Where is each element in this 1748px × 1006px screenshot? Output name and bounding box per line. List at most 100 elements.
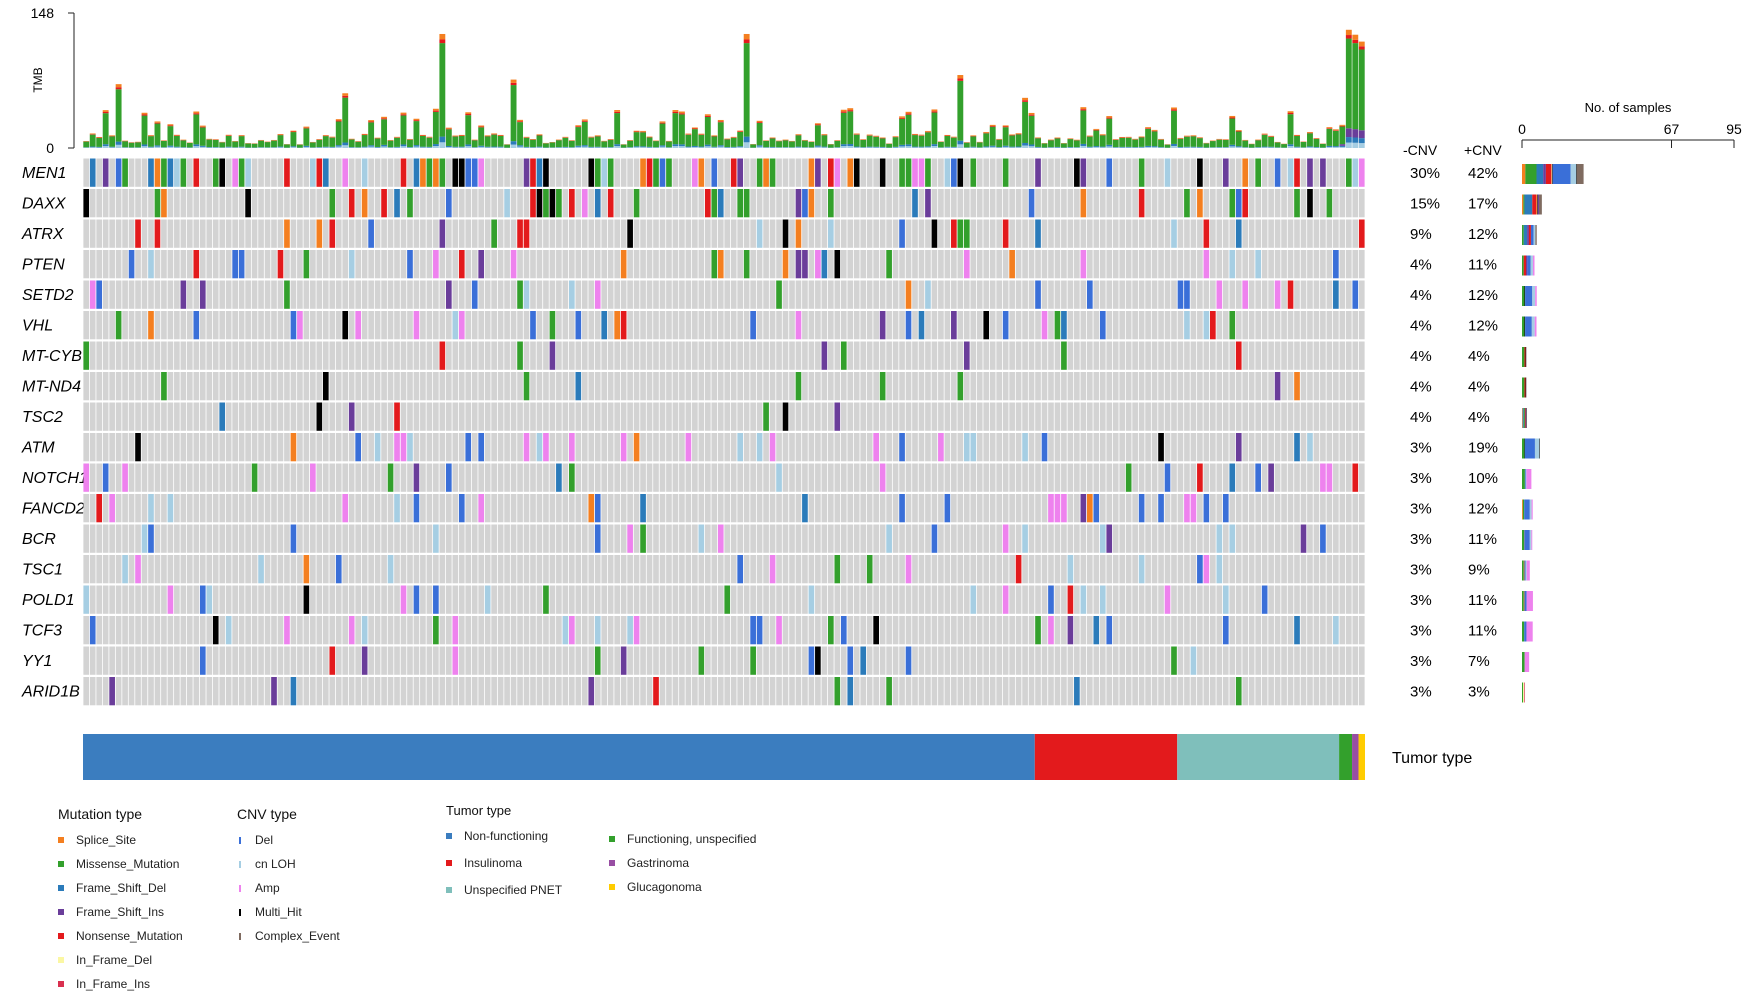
- mutation-cell: [109, 250, 115, 279]
- mutation-cell: [640, 555, 646, 584]
- mutation-cell: [620, 616, 627, 645]
- mutation-cell: [297, 372, 303, 401]
- mutation-cell: [394, 189, 400, 218]
- mutation-cell: [1229, 402, 1236, 431]
- cnv-type-legend: CNV type Del cn LOH Amp Multi_Hit Complex_Ev…: [237, 806, 340, 948]
- tmb-bar-segment: [426, 146, 433, 148]
- mutation-cell: [348, 341, 355, 370]
- mutation-cell: [264, 372, 271, 401]
- mutation-cell: [1229, 219, 1236, 248]
- tmb-bar-segment: [659, 146, 666, 148]
- sample-count-bar-segment: [1532, 194, 1537, 215]
- mutation-cell: [1235, 555, 1242, 584]
- mutation-cell: [1015, 433, 1022, 462]
- sample-count-bar-segment: [1526, 621, 1533, 642]
- mutation-cell: [1326, 372, 1333, 401]
- mutation-cell: [83, 250, 90, 279]
- mutation-cell: [957, 433, 964, 462]
- mutation-cell: [951, 616, 957, 645]
- mutation-cell: [1300, 433, 1307, 462]
- mutation-cell: [199, 372, 206, 401]
- mutation-cell: [692, 189, 698, 218]
- mutation-cell: [802, 280, 808, 309]
- tmb-bar-segment: [575, 145, 582, 147]
- mutation-cell: [976, 585, 983, 614]
- mutation-cell: [704, 311, 711, 340]
- mutation-cell: [1119, 494, 1126, 523]
- mutation-cell: [646, 189, 653, 218]
- tmb-bar-segment: [122, 141, 129, 148]
- mutation-cell: [225, 250, 232, 279]
- mutation-cell: [530, 433, 536, 462]
- mutation-cell: [743, 433, 750, 462]
- mutation-cell: [465, 158, 472, 187]
- mutation-cell: [1326, 341, 1333, 370]
- mutation-cell: [963, 463, 970, 492]
- mutation-cell: [258, 372, 264, 401]
- mutation-cell: [756, 677, 763, 706]
- mutation-cell: [556, 219, 562, 248]
- mutation-cell: [1229, 250, 1236, 279]
- mutation-cell: [161, 677, 167, 706]
- mutation-cell: [504, 158, 510, 187]
- mutation-cell: [944, 433, 951, 462]
- mutation-cell: [1313, 158, 1320, 187]
- mutation-cell: [905, 524, 912, 553]
- tmb-bar-segment: [912, 133, 918, 135]
- mutation-cell: [1067, 555, 1074, 584]
- mutation-cell: [1171, 189, 1177, 218]
- tmb-bar-segment: [918, 147, 925, 148]
- mutation-cell: [316, 433, 323, 462]
- mutation-cell: [1352, 585, 1359, 614]
- tmb-bar-segment: [458, 147, 465, 148]
- mutation-cell: [400, 463, 407, 492]
- mutation-cell: [316, 646, 323, 675]
- mutation-cell: [808, 677, 815, 706]
- mutation-cell: [316, 219, 323, 248]
- tmb-bar-segment: [950, 146, 957, 148]
- sample-count-bar-segment: [1536, 164, 1544, 184]
- mutation-cell: [374, 158, 381, 187]
- mutation-cell: [1132, 677, 1138, 706]
- tmb-bar-segment: [970, 136, 977, 147]
- mutation-cell: [1061, 616, 1067, 645]
- mutation-cell: [711, 555, 718, 584]
- mutation-cell: [672, 280, 679, 309]
- mutation-cell: [549, 494, 556, 523]
- mutation-cell: [420, 433, 426, 462]
- mutation-cell: [1261, 433, 1268, 462]
- tmb-bar-segment: [212, 139, 219, 148]
- mutation-cell: [89, 433, 96, 462]
- mutation-cell: [439, 494, 446, 523]
- mutation-cell: [730, 250, 737, 279]
- tmb-bar-segment: [219, 142, 226, 148]
- mutation-cell: [329, 677, 336, 706]
- mutation-cell: [724, 494, 731, 523]
- tmb-bar-segment: [484, 136, 491, 147]
- mutation-cell: [1268, 280, 1274, 309]
- mutation-cell: [840, 311, 847, 340]
- mutation-cell: [1035, 585, 1041, 614]
- mutation-cell: [394, 463, 400, 492]
- mutation-cell: [672, 341, 679, 370]
- sample-count-bar-segment: [1537, 194, 1538, 215]
- mutation-cell: [1002, 402, 1009, 431]
- mutation-cell: [549, 646, 556, 675]
- mutation-cell: [484, 402, 491, 431]
- mutation-cell: [1112, 616, 1119, 645]
- mutation-cell: [730, 646, 737, 675]
- mutation-cell: [1326, 616, 1333, 645]
- mutation-cell: [873, 311, 879, 340]
- sample-count-bar-segment: [1522, 377, 1525, 398]
- mutation-cell: [1112, 341, 1119, 370]
- mutation-cell: [983, 372, 990, 401]
- mutation-cell: [581, 280, 588, 309]
- mutation-cell: [1041, 250, 1048, 279]
- mutation-cell: [1274, 585, 1281, 614]
- mutation-cell: [167, 189, 174, 218]
- mutation-cell: [944, 585, 951, 614]
- mutation-cell: [89, 158, 96, 187]
- tmb-bar-segment: [659, 145, 666, 147]
- tmb-bar-segment: [1035, 138, 1041, 147]
- mutation-cell: [1164, 341, 1171, 370]
